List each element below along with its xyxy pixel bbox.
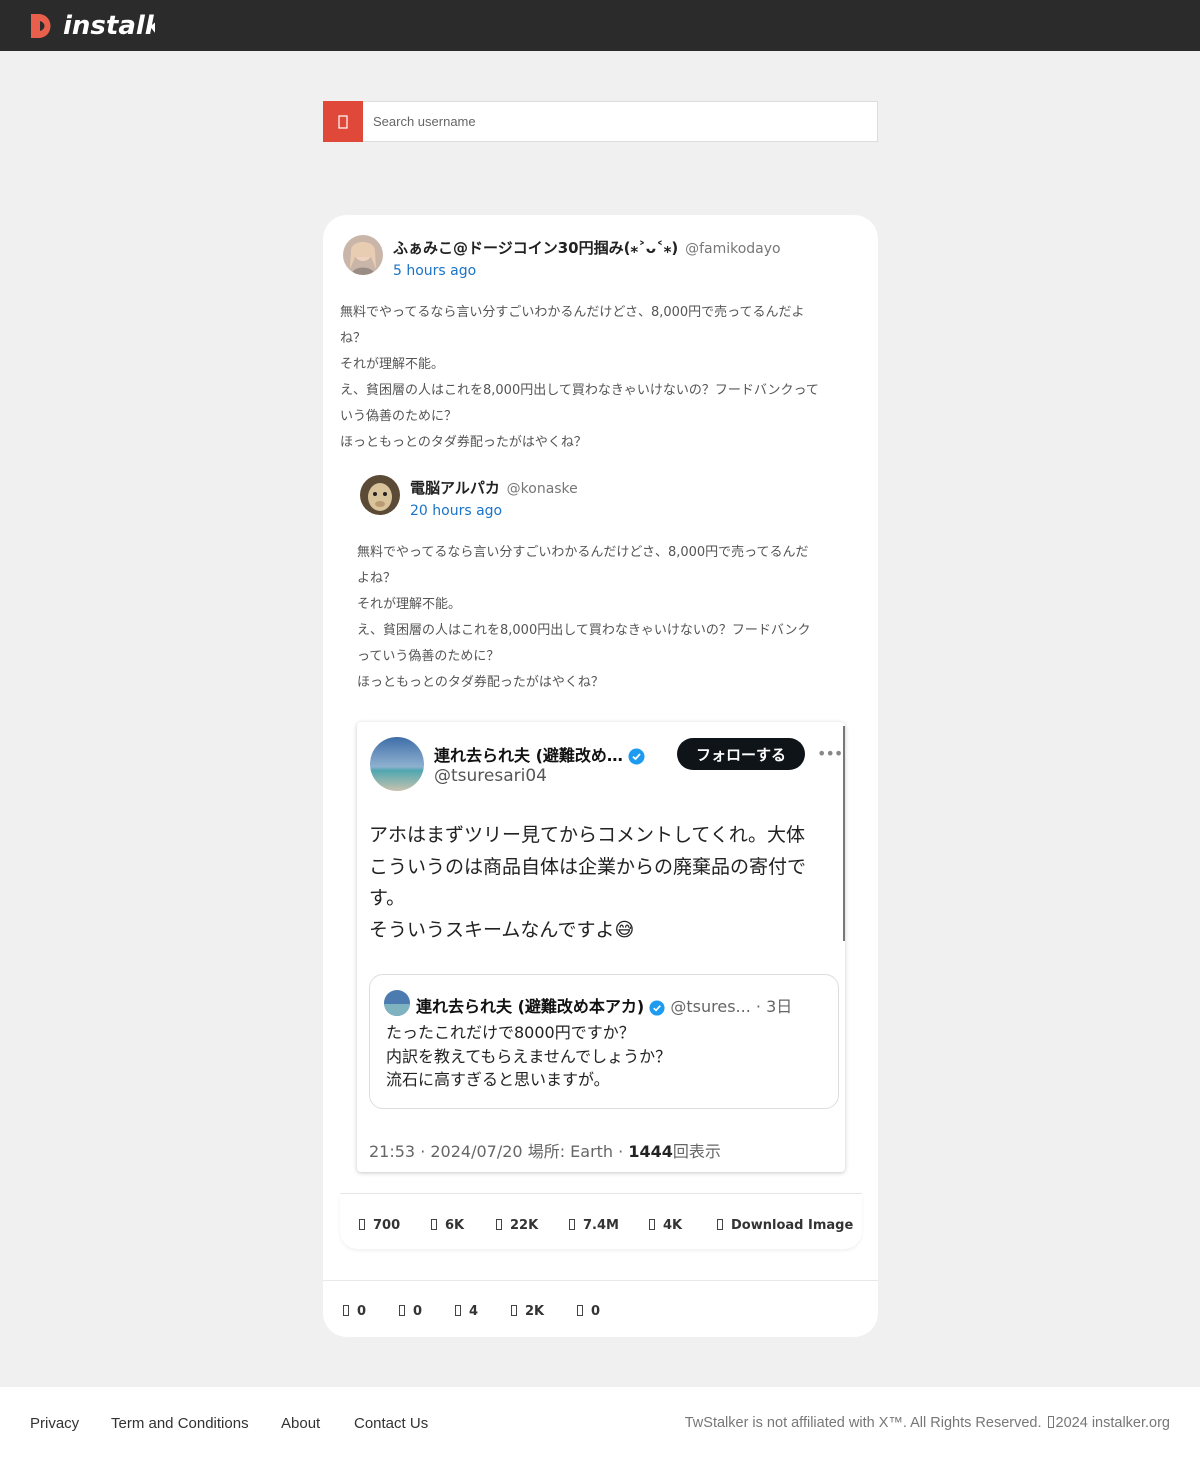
quote-text: たったこれだけで8000円ですか？ 内訳を教えてもらえませんでしょうか？ 流石に… xyxy=(386,1023,672,1089)
bookmark-icon xyxy=(577,1305,583,1316)
more-icon: ••• xyxy=(817,744,843,763)
post-time[interactable]: 5 hours ago xyxy=(393,263,476,279)
quote-avatar xyxy=(384,990,410,1016)
like-count[interactable]: 22K xyxy=(496,1218,538,1233)
author-name[interactable]: ふぁみこ@ドージコイン30円掴み(⁎˃ᴗ˂⁎) xyxy=(393,239,678,257)
avatar[interactable] xyxy=(343,235,383,275)
quoted-author-handle[interactable]: @konaske xyxy=(507,481,578,497)
bookmark-icon xyxy=(649,1219,655,1230)
search-icon xyxy=(338,114,348,129)
download-icon xyxy=(717,1219,723,1230)
search-input[interactable] xyxy=(363,102,877,141)
heart-icon xyxy=(511,1305,517,1316)
reply-count[interactable]: 700 xyxy=(359,1218,400,1233)
post-text: 無料でやってるなら言い分すごいわかるんだけどさ、8,000円で売ってるんだよ ね… xyxy=(340,305,819,450)
author-handle[interactable]: @famikodayo xyxy=(685,241,781,257)
retweet-icon xyxy=(399,1305,405,1316)
quoted-post-stats: 700 6K 22K 7.4M 4K Download Image xyxy=(340,1193,862,1249)
embed-quote-card: 連れ去られ夫 (避難改め本アカ) @tsures... · 3日 たったこれだけ… xyxy=(369,974,839,1109)
heart-icon xyxy=(496,1219,502,1230)
quote-count[interactable]: 4 xyxy=(455,1304,478,1319)
follow-button: フォローする xyxy=(677,738,805,770)
scrollbar[interactable] xyxy=(843,726,845,941)
quote-header: 連れ去られ夫 (避難改め本アカ) @tsures... · 3日 xyxy=(416,997,793,1016)
reply-icon xyxy=(343,1305,349,1316)
verified-icon xyxy=(628,748,645,765)
eye-icon xyxy=(569,1219,575,1230)
copyright-icon xyxy=(1047,1416,1054,1428)
post-stats: 0 0 4 2K 0 xyxy=(323,1280,878,1337)
quoted-avatar[interactable] xyxy=(360,475,400,515)
top-bar: instalk xyxy=(0,0,1200,51)
embed-author-handle: @tsuresari04 xyxy=(434,766,547,786)
bookmark-count[interactable]: 4K xyxy=(649,1218,682,1233)
quoted-post-text: 無料でやってるなら言い分すごいわかるんだけどさ、8,000円で売ってるんだ よね… xyxy=(357,545,811,690)
post-card: ふぁみこ@ドージコイン30円掴み(⁎˃ᴗ˂⁎) @famikodayo 5 ho… xyxy=(323,215,878,1337)
quoted-author-name[interactable]: 電脳アルパカ xyxy=(410,479,500,497)
quoted-author: 電脳アルパカ @konaske xyxy=(410,477,578,498)
quote-icon xyxy=(455,1305,461,1316)
embed-tweet-text: アホはまずツリー見てからコメントしてくれ。大体 こういうのは商品自体は企業からの… xyxy=(369,824,807,941)
search-bar xyxy=(323,101,878,142)
retweet-icon xyxy=(431,1219,437,1230)
page-footer: Privacy Term and Conditions About Contac… xyxy=(0,1387,1200,1458)
footer-link-contact[interactable]: Contact Us xyxy=(354,1415,428,1432)
view-count[interactable]: 7.4M xyxy=(569,1218,619,1233)
quoted-post-time[interactable]: 20 hours ago xyxy=(410,503,502,519)
footer-link-privacy[interactable]: Privacy xyxy=(30,1415,79,1432)
like-count[interactable]: 2K xyxy=(511,1304,544,1319)
retweet-count[interactable]: 6K xyxy=(431,1218,464,1233)
download-image-button[interactable]: Download Image xyxy=(717,1218,853,1233)
logo-icon[interactable] xyxy=(28,12,56,40)
logo-text[interactable]: instalk xyxy=(63,9,155,43)
embed-footer: 21:53 · 2024/07/20 場所: Earth · 1444回表示 xyxy=(369,1142,721,1161)
reply-icon xyxy=(359,1219,365,1230)
search-button[interactable] xyxy=(323,101,363,142)
copyright-text: TwStalker is not affiliated with X™. All… xyxy=(684,1415,1170,1431)
retweet-count[interactable]: 0 xyxy=(399,1304,422,1319)
bookmark-count[interactable]: 0 xyxy=(577,1304,600,1319)
embed-author-name: 連れ去られ夫 (避難改め… xyxy=(434,742,645,766)
footer-link-about[interactable]: About xyxy=(281,1415,320,1432)
reply-count[interactable]: 0 xyxy=(343,1304,366,1319)
footer-link-terms[interactable]: Term and Conditions xyxy=(111,1415,249,1432)
embed-avatar xyxy=(370,737,424,791)
post-author: ふぁみこ@ドージコイン30円掴み(⁎˃ᴗ˂⁎) @famikodayo xyxy=(393,237,781,258)
embedded-tweet-image[interactable]: 連れ去られ夫 (避難改め… @tsuresari04 フォローする ••• アホ… xyxy=(357,722,845,1172)
verified-icon xyxy=(649,999,665,1016)
